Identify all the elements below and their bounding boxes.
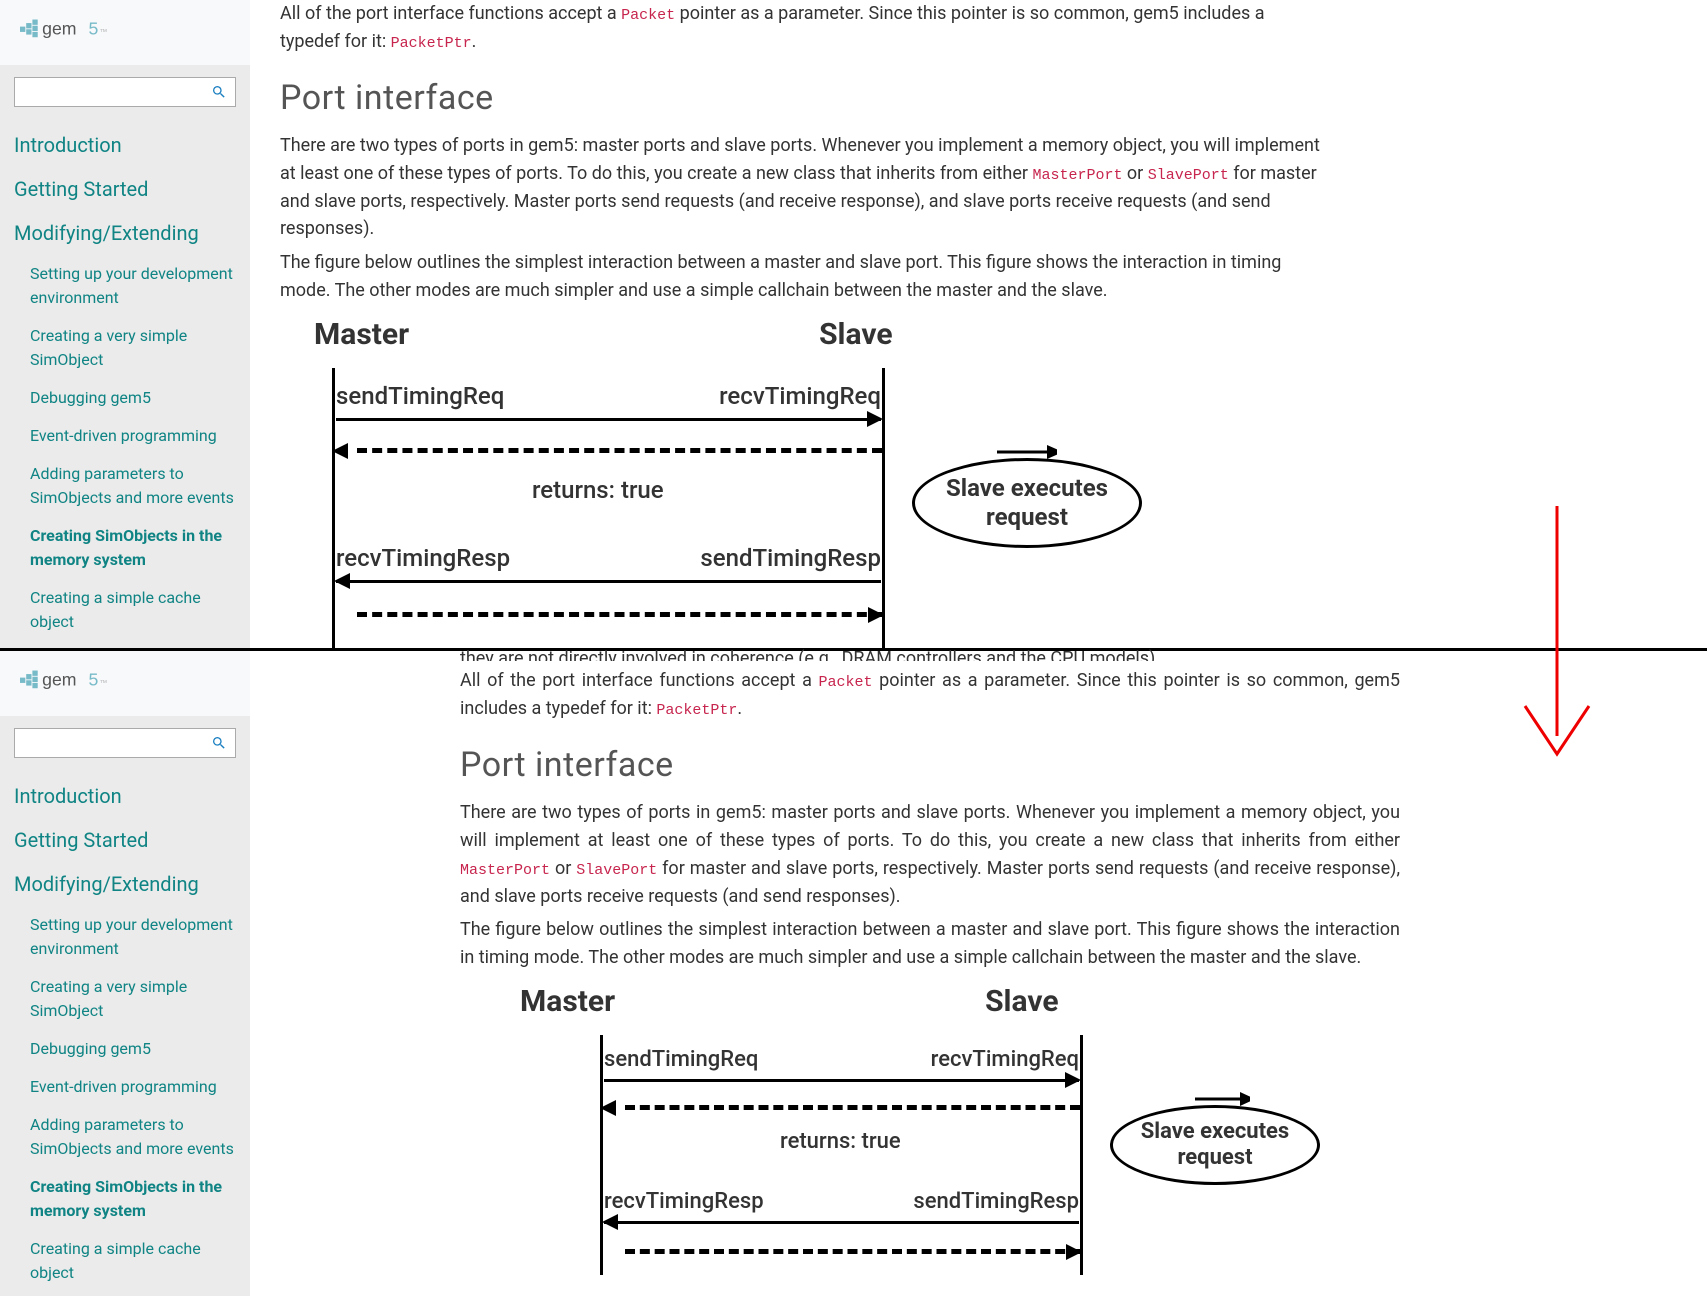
code-packetptr-2: PacketPtr	[656, 702, 737, 719]
port-interface-heading: Port interface	[280, 78, 1320, 118]
recv-timing-req-label-2: recvTimingReq	[931, 1047, 1079, 1072]
text: or	[550, 858, 576, 879]
sidebar-header: gem 5 ™	[0, 0, 250, 65]
search-box[interactable]	[14, 77, 236, 107]
svg-text:™: ™	[100, 28, 108, 37]
text: All of the port interface functions acce…	[280, 3, 621, 24]
recv-timing-resp-label: recvTimingResp	[336, 544, 510, 572]
master-label-2: Master	[520, 984, 615, 1019]
paragraph-packet: All of the port interface functions acce…	[280, 0, 1320, 56]
nav-item-cache[interactable]: Creating a simple cache object	[0, 579, 250, 641]
timing-diagram-2: Master Slave sendTimingReq recvTimingReq…	[460, 984, 1400, 1275]
search-icon[interactable]	[211, 84, 227, 100]
search-box-2[interactable]	[14, 728, 236, 758]
nav-section-getting-started[interactable]: Getting Started	[0, 167, 250, 211]
text: or	[1122, 163, 1147, 184]
search-input-2[interactable]	[23, 735, 211, 751]
svg-text:5: 5	[89, 670, 99, 690]
gem5-logo-2: gem 5 ™	[20, 667, 135, 694]
master-label: Master	[314, 317, 409, 352]
timing-diagram: Master Slave sendTimingReq recvTimingReq…	[280, 317, 1320, 648]
send-timing-req-label-2: sendTimingReq	[604, 1047, 758, 1072]
returns-label: returns: true	[532, 476, 664, 504]
nav-item-debugging-2[interactable]: Debugging gem5	[0, 1030, 250, 1068]
nav-item-setup-2[interactable]: Setting up your development environment	[0, 906, 250, 968]
search-container	[0, 65, 250, 119]
text: All of the port interface functions acce…	[460, 670, 819, 691]
cutoff-line: they are not directly involved in cohere…	[460, 645, 1400, 661]
svg-text:™: ™	[100, 679, 108, 688]
main-content-top: All of the port interface functions acce…	[250, 0, 1350, 648]
nav-section-introduction-2[interactable]: Introduction	[0, 774, 250, 818]
nav-section-getting-started-2[interactable]: Getting Started	[0, 818, 250, 862]
port-interface-heading-2: Port interface	[460, 745, 1400, 785]
recv-timing-resp-label-2: recvTimingResp	[604, 1189, 764, 1214]
search-input[interactable]	[23, 84, 211, 100]
search-container-2	[0, 716, 250, 770]
code-masterport-2: MasterPort	[460, 862, 550, 879]
code-packetptr: PacketPtr	[391, 35, 472, 52]
nav-item-setup[interactable]: Setting up your development environment	[0, 255, 250, 317]
code-slaveport-2: SlavePort	[576, 862, 657, 879]
paragraph-ports-2: There are two types of ports in gem5: ma…	[460, 799, 1400, 911]
search-icon-2[interactable]	[211, 735, 227, 751]
nav-item-debugging[interactable]: Debugging gem5	[0, 379, 250, 417]
text: There are two types of ports in gem5: ma…	[460, 802, 1400, 851]
sidebar-nav-2: Introduction Getting Started Modifying/E…	[0, 770, 250, 1296]
sidebar-header-2: gem 5 ™	[0, 651, 250, 716]
send-timing-resp-label-2: sendTimingResp	[913, 1189, 1079, 1214]
red-arrow-annotation	[1517, 506, 1597, 776]
send-timing-req-label: sendTimingReq	[336, 382, 504, 410]
nav-item-event[interactable]: Event-driven programming	[0, 417, 250, 455]
text: .	[737, 698, 742, 719]
code-slaveport: SlavePort	[1148, 167, 1229, 184]
gem5-logo: gem 5 ™	[20, 16, 135, 43]
returns-label-2: returns: true	[780, 1129, 901, 1154]
svg-text:5: 5	[89, 19, 99, 39]
text: .	[472, 31, 477, 52]
nav-section-modifying[interactable]: Modifying/Extending	[0, 211, 250, 255]
main-content-bottom: they are not directly involved in cohere…	[430, 651, 1430, 1296]
code-masterport: MasterPort	[1032, 167, 1122, 184]
sidebar-2: gem 5 ™ Introduction Getting Started Mod…	[0, 651, 250, 1296]
svg-text:gem: gem	[42, 670, 76, 690]
nav-item-params-2[interactable]: Adding parameters to SimObjects and more…	[0, 1106, 250, 1168]
sidebar-nav: Introduction Getting Started Modifying/E…	[0, 119, 250, 645]
paragraph-figure: The figure below outlines the simplest i…	[280, 249, 1320, 305]
nav-section-introduction[interactable]: Introduction	[0, 123, 250, 167]
nav-item-simobject[interactable]: Creating a very simple SimObject	[0, 317, 250, 379]
sidebar: gem 5 ™ Introduction Getting Started Mod…	[0, 0, 250, 648]
slave-executes-label: Slave executes request	[912, 458, 1142, 548]
paragraph-figure-2: The figure below outlines the simplest i…	[460, 916, 1400, 972]
nav-item-memory[interactable]: Creating SimObjects in the memory system	[0, 517, 250, 579]
slave-executes-label-2: Slave executes request	[1110, 1105, 1320, 1185]
nav-item-event-2[interactable]: Event-driven programming	[0, 1068, 250, 1106]
nav-item-cache-2[interactable]: Creating a simple cache object	[0, 1230, 250, 1292]
send-timing-resp-label: sendTimingResp	[700, 544, 881, 572]
paragraph-packet-2: All of the port interface functions acce…	[460, 667, 1400, 723]
slave-label-2: Slave	[985, 984, 1058, 1019]
nav-item-params[interactable]: Adding parameters to SimObjects and more…	[0, 455, 250, 517]
nav-section-modifying-2[interactable]: Modifying/Extending	[0, 862, 250, 906]
paragraph-ports: There are two types of ports in gem5: ma…	[280, 132, 1320, 244]
nav-item-simobject-2[interactable]: Creating a very simple SimObject	[0, 968, 250, 1030]
recv-timing-req-label: recvTimingReq	[719, 382, 881, 410]
code-packet: Packet	[621, 7, 675, 24]
slave-label: Slave	[819, 317, 892, 352]
code-packet-2: Packet	[819, 674, 873, 691]
nav-item-memory-2[interactable]: Creating SimObjects in the memory system	[0, 1168, 250, 1230]
svg-text:gem: gem	[42, 19, 76, 39]
